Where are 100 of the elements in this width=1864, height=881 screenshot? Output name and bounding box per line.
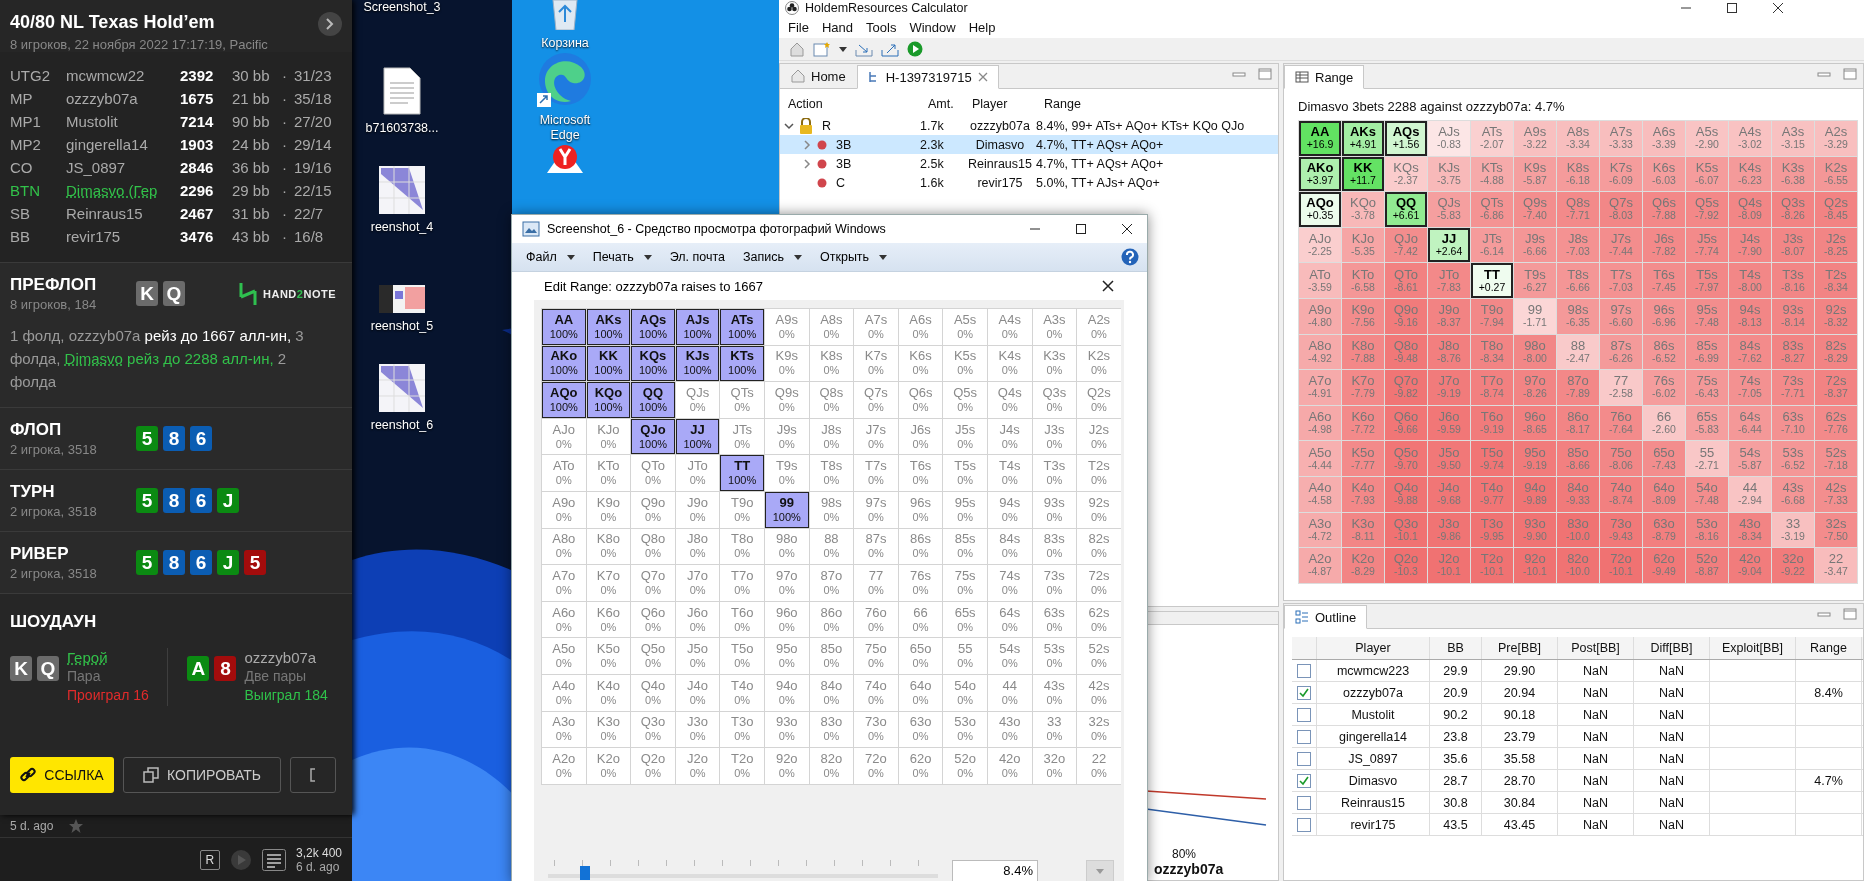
column-header[interactable]: BB bbox=[1430, 637, 1482, 659]
hand-cell[interactable]: T8o 0% bbox=[720, 528, 764, 565]
hand-cell[interactable]: Q8s 0% bbox=[809, 382, 854, 418]
hand-cell[interactable]: A8s 0% bbox=[809, 309, 854, 345]
hand-cell[interactable]: 86s 0% bbox=[898, 528, 943, 565]
hand-cell[interactable]: Q5o 0% bbox=[631, 638, 675, 674]
menu-item[interactable]: Window bbox=[909, 19, 956, 35]
menu-item[interactable]: Открыть bbox=[820, 250, 888, 264]
chevron-right-icon[interactable] bbox=[802, 139, 812, 150]
tree-row[interactable]: 3B 2.3k Dimasvo 4.7%, TT+ AQs+ AQo+ bbox=[780, 135, 1278, 154]
maximize-icon[interactable] bbox=[1075, 223, 1087, 235]
range-cell[interactable]: 42s -7.33 bbox=[1815, 476, 1857, 512]
hand-cell[interactable]: JJ 100% bbox=[675, 418, 720, 455]
hand-cell[interactable]: A2o 0% bbox=[542, 748, 586, 784]
range-cell[interactable]: A6s -3.39 bbox=[1643, 121, 1685, 156]
range-cell[interactable]: AQo +0.35 bbox=[1299, 192, 1341, 227]
range-cell[interactable]: QQ +6.61 bbox=[1385, 192, 1427, 227]
hand-cell[interactable]: ATs 100% bbox=[720, 309, 764, 345]
hand-cell[interactable]: J2s 0% bbox=[1077, 418, 1121, 455]
hand-cell[interactable]: T9o 0% bbox=[720, 491, 764, 528]
hand-cell[interactable]: A3s 0% bbox=[1032, 309, 1077, 345]
hand-cell[interactable]: 99 100% bbox=[764, 491, 809, 528]
column-header[interactable]: Range bbox=[1796, 637, 1862, 659]
chevron-down-icon[interactable] bbox=[784, 120, 794, 131]
range-cell[interactable]: 85s -6.99 bbox=[1686, 334, 1728, 370]
hand-cell[interactable]: 88 0% bbox=[809, 528, 854, 565]
hand-cell[interactable]: K8s 0% bbox=[809, 345, 854, 382]
hand-cell[interactable]: AJs 100% bbox=[675, 309, 720, 345]
range-cell[interactable]: 54o -7.48 bbox=[1686, 476, 1728, 512]
range-cell[interactable]: QTs -6.86 bbox=[1471, 192, 1513, 227]
hand-cell[interactable]: K7o 0% bbox=[586, 565, 631, 601]
hand-cell[interactable]: 52o 0% bbox=[943, 748, 987, 784]
range-cell[interactable]: KTs -4.88 bbox=[1471, 156, 1513, 192]
hand-cell[interactable]: QTo 0% bbox=[631, 455, 675, 491]
range-cell[interactable]: A5s -2.90 bbox=[1686, 121, 1728, 156]
hand-cell[interactable]: KQs 100% bbox=[631, 345, 675, 382]
range-cell[interactable]: 73s -7.71 bbox=[1772, 370, 1814, 405]
hand-cell[interactable]: 43o 0% bbox=[987, 711, 1032, 748]
link-button[interactable]: ССЫЛКА bbox=[10, 757, 114, 793]
range-cell[interactable]: T9o -7.94 bbox=[1471, 298, 1513, 334]
tree-row[interactable]: C 1.6k revir175 5.0%, TT+ AJs+ AQo+ bbox=[780, 173, 1278, 192]
hand-cell[interactable]: 84o 0% bbox=[809, 674, 854, 711]
range-cell[interactable]: 88 -2.47 bbox=[1557, 334, 1599, 370]
tab[interactable]: Home bbox=[780, 64, 857, 88]
range-cell[interactable]: T5s -7.97 bbox=[1686, 263, 1728, 298]
desktop-icon-label[interactable]: b71603738... bbox=[365, 121, 439, 136]
hand-cell[interactable]: 77 0% bbox=[854, 565, 898, 601]
player-link[interactable]: Dimasvo bbox=[64, 350, 123, 367]
menu-item[interactable]: Запись bbox=[743, 250, 802, 264]
range-cell[interactable]: 33 -3.19 bbox=[1772, 512, 1814, 548]
notes-icon[interactable] bbox=[261, 849, 286, 871]
hand-cell[interactable]: Q5s 0% bbox=[943, 382, 987, 418]
next-button[interactable] bbox=[318, 12, 342, 36]
hand-cell[interactable]: 62o 0% bbox=[898, 748, 943, 784]
range-cell[interactable]: KQs -2.37 bbox=[1385, 156, 1427, 192]
range-cell[interactable]: AKo +3.97 bbox=[1299, 156, 1341, 192]
hand-cell[interactable]: J8s 0% bbox=[809, 418, 854, 455]
home-icon[interactable] bbox=[789, 41, 805, 57]
player-name[interactable]: Mustolit bbox=[66, 110, 180, 133]
player-name[interactable]: JS_0897 bbox=[66, 156, 180, 179]
hand-cell[interactable]: 66 0% bbox=[898, 601, 943, 638]
range-cell[interactable]: A4o -4.58 bbox=[1299, 476, 1341, 512]
hand-cell[interactable]: 82o 0% bbox=[809, 748, 854, 784]
hand-cell[interactable]: K7s 0% bbox=[854, 345, 898, 382]
range-cell[interactable]: 32s -7.50 bbox=[1815, 512, 1857, 548]
range-cell[interactable]: Q8s -7.71 bbox=[1557, 192, 1599, 227]
hand-cell[interactable]: 93s 0% bbox=[1032, 491, 1077, 528]
hand-cell[interactable]: K4s 0% bbox=[987, 345, 1032, 382]
desktop-icon-label[interactable]: reenshot_5 bbox=[370, 319, 434, 334]
range-cell[interactable]: AKs +4.91 bbox=[1342, 121, 1384, 156]
hand-cell[interactable]: 72s 0% bbox=[1077, 565, 1121, 601]
hand-cell[interactable]: 54s 0% bbox=[987, 638, 1032, 674]
hand-cell[interactable]: A7s 0% bbox=[854, 309, 898, 345]
hand-cell[interactable]: T7o 0% bbox=[720, 565, 764, 601]
hand-cell[interactable]: K4o 0% bbox=[586, 674, 631, 711]
hand-cell[interactable]: 98s 0% bbox=[809, 491, 854, 528]
hand-cell[interactable]: 76s 0% bbox=[898, 565, 943, 601]
hand-cell[interactable]: A7o 0% bbox=[542, 565, 586, 601]
range-cell[interactable]: T6s -7.45 bbox=[1643, 263, 1685, 298]
range-cell[interactable]: TT +0.27 bbox=[1471, 263, 1513, 298]
hand-cell[interactable]: 22 0% bbox=[1077, 748, 1121, 784]
hand-cell[interactable]: J6s 0% bbox=[898, 418, 943, 455]
menu-item[interactable]: Help bbox=[968, 19, 996, 35]
hand-cell[interactable]: T2s 0% bbox=[1077, 455, 1121, 491]
hand-cell[interactable]: K5s 0% bbox=[943, 345, 987, 382]
hand-cell[interactable]: A9o 0% bbox=[542, 491, 586, 528]
hand-cell[interactable]: 75o 0% bbox=[854, 638, 898, 674]
hand-cell[interactable]: KQo 100% bbox=[586, 382, 631, 418]
range-cell[interactable]: K5o -7.77 bbox=[1342, 441, 1384, 476]
hand-cell[interactable]: T6s 0% bbox=[898, 455, 943, 491]
hand-cell[interactable]: T5s 0% bbox=[943, 455, 987, 491]
hand-cell[interactable]: 98o 0% bbox=[764, 528, 809, 565]
copy-button[interactable]: КОПИРОВАТЬ bbox=[123, 757, 281, 793]
range-cell[interactable]: A8o -4.92 bbox=[1299, 334, 1341, 370]
column-header[interactable]: Exploit[BB] bbox=[1710, 637, 1796, 659]
minimize-icon[interactable] bbox=[1817, 610, 1831, 620]
range-cell[interactable]: T7s -7.03 bbox=[1600, 263, 1642, 298]
hand-cell[interactable]: Q4s 0% bbox=[987, 382, 1032, 418]
range-cell[interactable]: 96s -6.96 bbox=[1643, 298, 1685, 334]
column-header[interactable]: Player bbox=[964, 97, 1036, 111]
